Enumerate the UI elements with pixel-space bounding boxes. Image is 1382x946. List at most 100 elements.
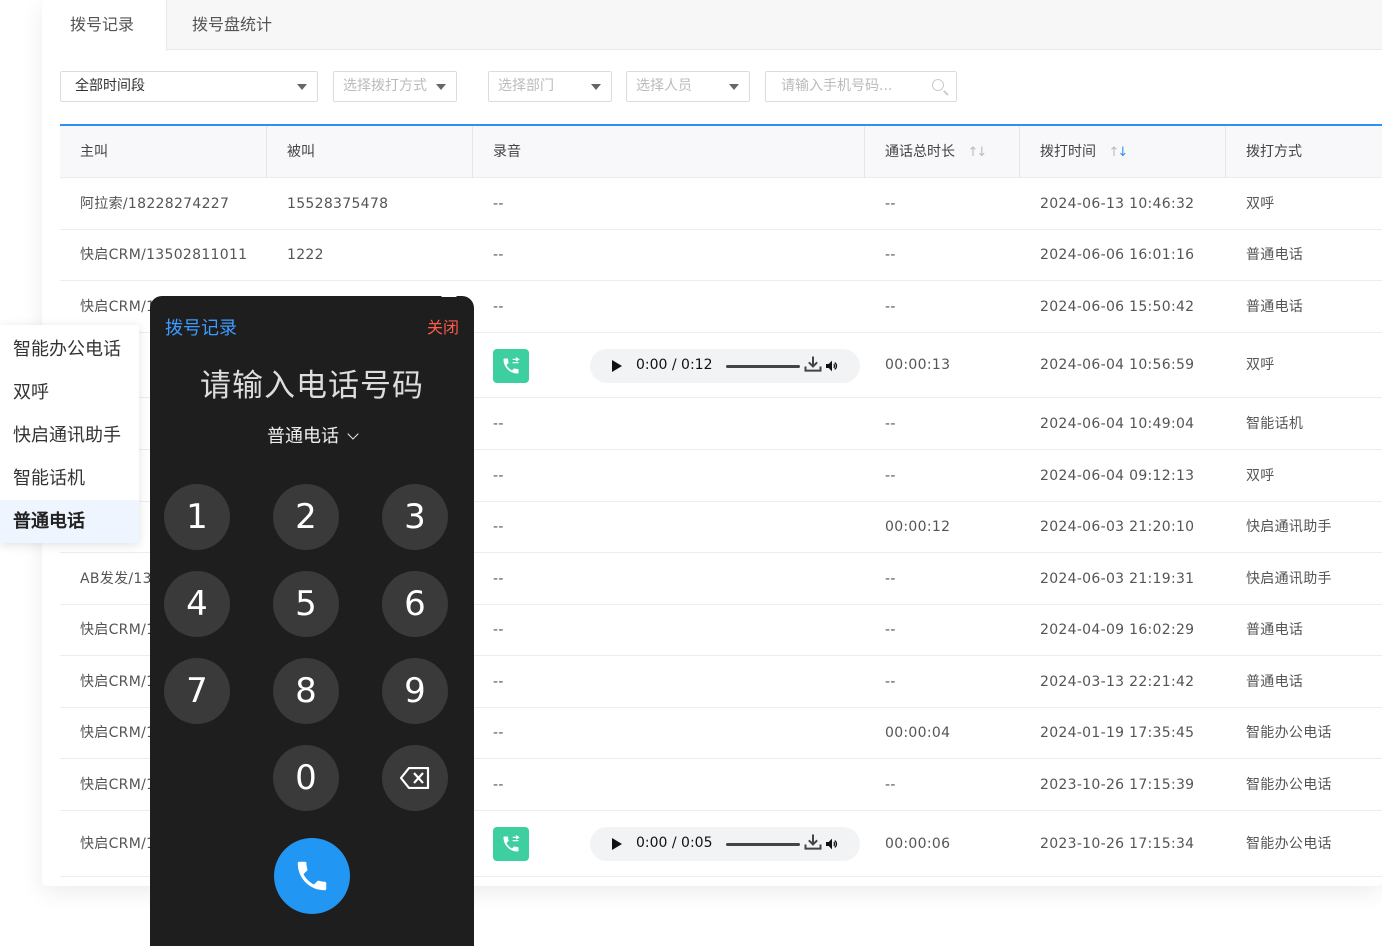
sort-arrows-icon[interactable]: ↑↓ <box>1108 127 1128 179</box>
time-range-value: 全部时间段 <box>75 78 145 94</box>
phone-icon <box>297 861 327 891</box>
cell-recording: -- <box>493 571 504 587</box>
time-range-select[interactable]: 全部时间段 <box>60 71 318 102</box>
play-icon[interactable] <box>612 838 622 850</box>
download-icon[interactable] <box>803 354 823 374</box>
key-3[interactable]: 3 <box>382 484 448 550</box>
cell-dial-mode: 普通电话 <box>1246 674 1304 690</box>
cell-dial-mode: 快启通讯助手 <box>1246 519 1332 535</box>
backspace-icon <box>400 767 430 789</box>
dropdown-option-normal-call[interactable]: 普通电话 <box>0 500 139 543</box>
caret-up-icon <box>441 289 457 297</box>
chevron-down-icon <box>729 84 739 90</box>
call-transfer-button[interactable] <box>493 827 529 861</box>
download-icon[interactable] <box>803 832 823 852</box>
cell-dial-time: 2024-06-04 09:12:13 <box>1040 468 1195 484</box>
cell-recording: -- <box>493 622 504 638</box>
header-caller: 主叫 <box>60 126 267 178</box>
key-0[interactable]: 0 <box>273 745 339 811</box>
cell-dial-time: 2023-10-26 17:15:39 <box>1040 777 1195 793</box>
cell-dial-time: 2023-10-26 17:15:34 <box>1040 836 1195 852</box>
key-5[interactable]: 5 <box>273 571 339 637</box>
cell-recording: -- <box>493 468 504 484</box>
cell-duration: 00:00:12 <box>885 519 951 535</box>
cell-recording: -- <box>493 247 504 263</box>
dropdown-option-smart-phone[interactable]: 智能话机 <box>0 457 139 500</box>
volume-icon[interactable] <box>824 836 840 852</box>
cell-dial-time: 2024-03-13 22:21:42 <box>1040 674 1195 690</box>
key-2[interactable]: 2 <box>273 484 339 550</box>
dial-history-link[interactable]: 拨号记录 <box>165 314 237 340</box>
cell-caller: 阿拉索/18228274227 <box>80 196 230 212</box>
cell-recording: -- <box>493 674 504 690</box>
key-7[interactable]: 7 <box>164 658 230 724</box>
cell-duration: 00:00:06 <box>885 836 951 852</box>
sort-arrows-icon[interactable]: ↑↓ <box>967 127 987 179</box>
cell-dial-time: 2024-06-03 21:20:10 <box>1040 519 1195 535</box>
dial-mode-placeholder: 选择拨打方式 <box>343 78 427 94</box>
key-1[interactable]: 1 <box>164 484 230 550</box>
dialpad-panel: 拨号记录 关闭 请输入电话号码 普通电话 1 2 3 4 5 6 7 8 9 0 <box>150 289 474 946</box>
cell-dial-mode: 智能办公电话 <box>1246 777 1332 793</box>
key-6[interactable]: 6 <box>382 571 448 637</box>
cell-duration: 00:00:04 <box>885 725 951 741</box>
cell-dial-time: 2024-06-13 10:46:32 <box>1040 196 1195 212</box>
player-time: 0:00 / 0:12 <box>636 357 713 373</box>
cell-duration: -- <box>885 247 896 263</box>
header-duration-label: 通话总时长 <box>885 144 955 160</box>
person-select[interactable]: 选择人员 <box>626 71 750 102</box>
close-button[interactable]: 关闭 <box>427 314 459 338</box>
phone-search-input[interactable]: 请输入手机号码... <box>765 71 957 102</box>
cell-duration: -- <box>885 416 896 432</box>
volume-icon[interactable] <box>824 358 840 374</box>
cell-dial-time: 2024-06-04 10:56:59 <box>1040 357 1195 373</box>
key-4[interactable]: 4 <box>164 571 230 637</box>
cell-dial-time: 2024-04-09 16:02:29 <box>1040 622 1195 638</box>
dropdown-option-assistant[interactable]: 快启通讯助手 <box>0 414 139 457</box>
cell-dial-time: 2024-01-19 17:35:45 <box>1040 725 1195 741</box>
cell-recording: -- <box>493 777 504 793</box>
key-8[interactable]: 8 <box>273 658 339 724</box>
tab-bar: 拨号记录 拨号盘统计 <box>42 0 1382 51</box>
cell-dial-time: 2024-06-03 21:19:31 <box>1040 571 1195 587</box>
cell-dial-mode: 双呼 <box>1246 468 1275 484</box>
department-select[interactable]: 选择部门 <box>488 71 612 102</box>
cell-dial-mode: 双呼 <box>1246 196 1275 212</box>
dial-mode-toggle[interactable]: 普通电话 <box>150 422 474 448</box>
person-placeholder: 选择人员 <box>636 78 692 94</box>
cell-duration: -- <box>885 299 896 315</box>
dropdown-option-smart-office[interactable]: 智能办公电话 <box>0 328 139 371</box>
call-button[interactable] <box>274 838 350 914</box>
backspace-button[interactable] <box>382 745 448 811</box>
progress-slider[interactable] <box>726 843 800 846</box>
play-icon[interactable] <box>612 360 622 372</box>
table-row: 阿拉索/18228274227 15528375478 -- -- 2024-06-13… <box>60 178 1382 230</box>
tab-dialpad-stats[interactable]: 拨号盘统计 <box>192 0 312 50</box>
cell-duration: -- <box>885 622 896 638</box>
call-transfer-button[interactable] <box>493 349 529 383</box>
cell-recording: -- <box>493 725 504 741</box>
phone-number-display[interactable]: 请输入电话号码 <box>150 360 474 405</box>
cell-duration: -- <box>885 674 896 690</box>
tab-dial-records[interactable]: 拨号记录 <box>42 0 167 51</box>
search-icon[interactable] <box>932 79 944 91</box>
cell-duration: -- <box>885 468 896 484</box>
cell-dial-time: 2024-06-06 16:01:16 <box>1040 247 1195 263</box>
dropdown-option-double-call[interactable]: 双呼 <box>0 371 139 414</box>
chevron-down-icon <box>297 84 307 90</box>
header-recording: 录音 <box>473 126 865 178</box>
cell-dial-mode: 智能话机 <box>1246 416 1304 432</box>
phone-transfer-icon <box>503 357 520 374</box>
key-9[interactable]: 9 <box>382 658 448 724</box>
header-duration[interactable]: 通话总时长 ↑↓ <box>865 126 1020 178</box>
dial-mode-select[interactable]: 选择拨打方式 <box>333 71 457 102</box>
chevron-down-icon <box>591 84 601 90</box>
dial-mode-label: 普通电话 <box>267 426 339 447</box>
cell-dial-time: 2024-06-04 10:49:04 <box>1040 416 1195 432</box>
chevron-down-icon <box>436 84 446 90</box>
progress-slider[interactable] <box>726 365 800 368</box>
cell-recording: -- <box>493 416 504 432</box>
cell-duration: -- <box>885 196 896 212</box>
cell-dial-mode: 普通电话 <box>1246 247 1304 263</box>
header-dial-time[interactable]: 拨打时间 ↑↓ <box>1020 126 1226 178</box>
